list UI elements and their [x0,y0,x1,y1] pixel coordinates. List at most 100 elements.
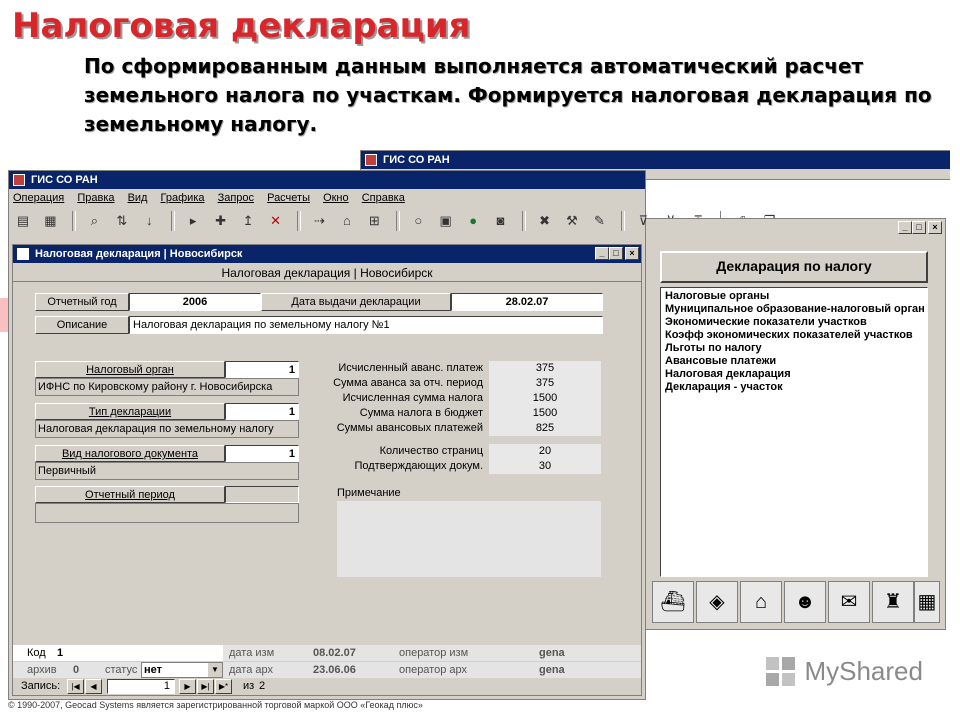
hierarchy-icon[interactable]: ⊞ [364,211,384,231]
maximize-button[interactable]: □ [609,247,623,260]
menu-help[interactable]: Справка [362,192,405,204]
supporting-docs-field[interactable]: 30 [489,459,601,474]
map-icon[interactable]: ◈ [696,581,738,623]
app-icon [13,174,25,186]
operator-archive-value: gena [539,664,565,676]
binoculars-icon[interactable]: ⌕ [84,211,104,231]
declaration-form-window: Налоговая декларация | Новосибирск _ □ ×… [12,244,642,696]
date-field[interactable]: 28.02.07 [451,293,603,311]
declaration-button[interactable]: Декларация по налогу [660,251,928,283]
toolbar-separator [395,211,400,231]
tools-icon[interactable]: ✖ [535,211,555,231]
menu-edit[interactable]: Правка [77,192,114,204]
list-item[interactable]: Декларация - участок [665,381,923,394]
year-field[interactable]: 2006 [129,293,261,311]
document-type-code-field[interactable]: 1 [225,445,299,462]
chevron-down-icon[interactable]: ▼ [208,663,222,677]
list-item[interactable]: Налоговые органы [665,290,923,303]
pencil-icon[interactable]: ✎ [589,211,609,231]
list-item[interactable]: Льготы по налогу [665,342,923,355]
record-navigator: Запись: |◀ ◀ 1 ▶ ▶| ▶* из 2 [13,679,641,695]
minimize-button[interactable]: _ [595,247,609,260]
note-label: Примечание [337,487,401,499]
note-field[interactable] [337,501,601,577]
description-label: Описание [35,316,129,334]
description-field[interactable]: Налоговая декларация по земельному налог… [129,316,603,334]
prev-record-icon[interactable]: ◀ [85,679,102,694]
menu-bar: Операция Правка Вид Графика Запрос Расче… [13,192,415,204]
menu-view[interactable]: Вид [128,192,148,204]
toolbar-separator [620,211,625,231]
close-button[interactable]: × [928,221,942,234]
calc-value-tax-sum[interactable]: 1500 [489,391,601,406]
close-button[interactable]: × [625,247,639,260]
calc-label-advance-period: Сумма аванса за отч. период [333,377,483,389]
code-value: 1 [57,647,64,659]
insert-record-icon[interactable]: ▸ [183,211,203,231]
menu-calculations[interactable]: Расчеты [267,192,310,204]
menu-window[interactable]: Окно [323,192,349,204]
menu-query[interactable]: Запрос [218,192,254,204]
copyright-footer: © 1990-2007, Geocad Systems является зар… [8,700,423,710]
declaration-type-label[interactable]: Тип декларации [35,403,225,420]
menu-graphics[interactable]: Графика [161,192,205,204]
calc-value-advance-period[interactable]: 375 [489,376,601,391]
declaration-type-code-field[interactable]: 1 [225,403,299,420]
reporting-period-label[interactable]: Отчетный период [35,486,225,503]
calc-value-budget[interactable]: 1500 [489,406,601,421]
globe-icon[interactable]: ● [463,211,483,231]
delete-icon[interactable]: ✕ [266,211,286,231]
main-window-title: ГИС СО РАН [31,174,98,186]
minimize-button[interactable]: _ [898,221,912,234]
search-icon[interactable]: ○ [408,211,428,231]
next-record-icon[interactable]: ▶ [179,679,196,694]
reporting-period-code-field[interactable] [225,486,299,503]
last-record-icon[interactable]: ▶| [197,679,214,694]
status-label: статус [105,664,138,676]
camera-icon[interactable]: ◙ [491,211,511,231]
app-icon [365,154,377,166]
open-form-icon[interactable]: ▤ [13,211,33,231]
document-type-label[interactable]: Вид налогового документа [35,445,225,462]
pages-count-field[interactable]: 20 [489,444,601,459]
first-record-icon[interactable]: |◀ [67,679,84,694]
link-icon[interactable]: ⇢ [309,211,329,231]
status-select[interactable]: нет ▼ [141,662,223,678]
city-tax-icon[interactable]: ♜ [872,581,914,623]
new-record-icon[interactable]: ▶* [215,679,232,694]
current-record-field[interactable]: 1 [107,679,175,694]
building-icon[interactable]: ⌂ [740,581,782,623]
sort-desc-icon[interactable]: ↓ [139,211,159,231]
ship-icon[interactable]: ⛴ [652,581,694,623]
status-row-1: Код 1 дата изм 08.02.07 оператор изм gen… [13,645,641,661]
tax-office-code-field[interactable]: 1 [225,361,299,378]
tax-office-label[interactable]: Налоговый орган [35,361,225,378]
calc-value-advance-total[interactable]: 825 [489,421,601,436]
person-icon[interactable]: ☻ [784,581,826,623]
year-label: Отчетный год [35,293,129,311]
tax-office-field[interactable]: ИФНС по Кировскому району г. Новосибирск… [35,378,299,396]
edit-record-icon[interactable]: ↥ [238,211,258,231]
declaration-type-field[interactable]: Налоговая декларация по земельному налог… [35,420,299,438]
list-item[interactable]: Авансовые платежи [665,355,923,368]
calculator-icon[interactable]: ▦ [914,581,940,623]
tree-icon[interactable]: ⌂ [337,211,357,231]
list-item[interactable]: Экономические показатели участков [665,316,923,329]
reporting-period-field[interactable] [35,503,299,523]
menu-operation[interactable]: Операция [13,192,64,204]
add-record-icon[interactable]: ✚ [211,211,231,231]
date-modified-value: 08.02.07 [313,647,356,659]
calc-value-advance[interactable]: 375 [489,361,601,376]
list-item[interactable]: Коэфф экономических показателей участков [665,329,923,342]
declaration-panel-window: _ □ × Декларация по налогу Налоговые орг… [646,218,946,630]
document-type-field[interactable]: Первичный [35,462,299,480]
hammer-icon[interactable]: ⚒ [562,211,582,231]
pages-count-label: Количество страниц [379,445,483,457]
list-item[interactable]: Муниципальное образование-налоговый орга… [665,303,925,316]
document-icon[interactable]: ✉ [828,581,870,623]
maximize-button[interactable]: □ [912,221,926,234]
sort-icon[interactable]: ⇅ [112,211,132,231]
table-icon[interactable]: ▦ [40,211,60,231]
list-item[interactable]: Налоговая декларация [665,368,923,381]
report-icon[interactable]: ▣ [436,211,456,231]
